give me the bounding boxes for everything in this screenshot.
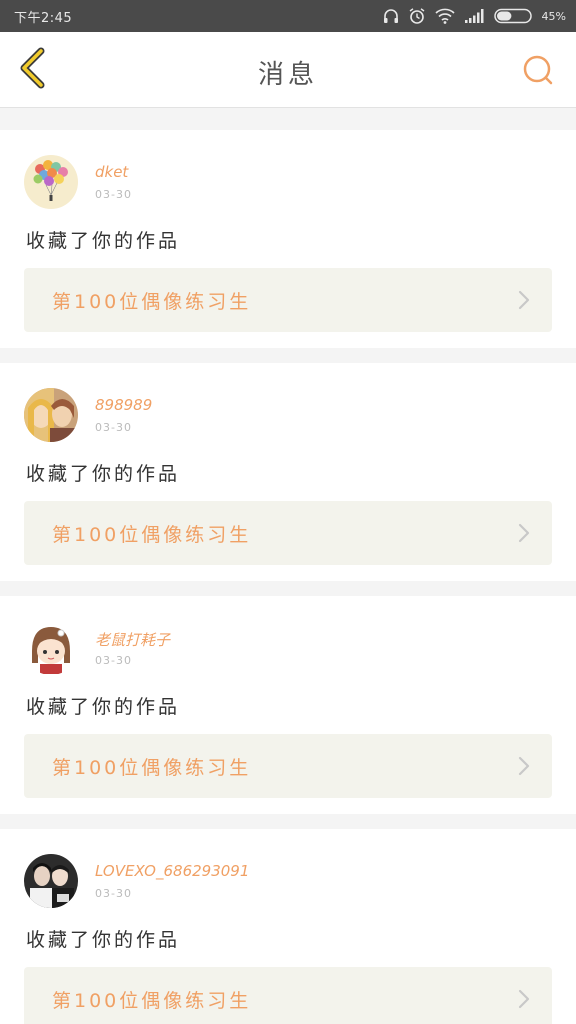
username[interactable]: 898989 [95,396,152,414]
status-icons: 45% [382,5,566,27]
username[interactable]: 老鼠打耗子 [95,629,170,650]
battery-percent: 45% [541,9,566,23]
work-title: 第100位偶像练习生 [52,757,252,779]
message-card[interactable]: 老鼠打耗子 03-30 收藏了你的作品 第100位偶像练习生 [0,596,576,814]
balloons-avatar[interactable] [24,155,78,209]
status-bar: 下午2:45 45% [0,0,576,32]
anime-couple-avatar[interactable] [24,388,78,442]
headphones-icon [382,7,400,25]
username[interactable]: LOVEXO_686293091 [95,862,249,880]
message-card[interactable]: 898989 03-30 收藏了你的作品 第100位偶像练习生 [0,363,576,581]
username[interactable]: dket [95,163,128,181]
message-card[interactable]: dket 03-30 收藏了你的作品 第100位偶像练习生 [0,130,576,348]
action-text: 收藏了你的作品 [26,230,181,252]
work-link[interactable]: 第100位偶像练习生 [24,734,552,798]
status-time: 下午2:45 [14,11,73,26]
work-link[interactable]: 第100位偶像练习生 [24,967,552,1024]
page-title: 消息 [257,60,318,90]
signal-icon [464,8,486,24]
alarm-icon [408,7,426,25]
photo-couple-avatar[interactable] [24,854,78,908]
chibi-girl-avatar[interactable] [24,621,78,675]
work-title: 第100位偶像练习生 [52,291,252,313]
message-time: 03-30 [95,188,132,201]
message-time: 03-30 [95,887,132,900]
wifi-icon [434,7,456,25]
chevron-right-icon [518,290,530,314]
chevron-right-icon [518,523,530,547]
work-link[interactable]: 第100位偶像练习生 [24,501,552,565]
message-card[interactable]: LOVEXO_686293091 03-30 收藏了你的作品 第100位偶像练习… [0,829,576,1024]
search-button[interactable] [518,52,558,92]
action-text: 收藏了你的作品 [26,929,181,951]
message-time: 03-30 [95,421,132,434]
search-icon [521,53,555,91]
header-bar: 消息 [0,32,576,108]
work-link[interactable]: 第100位偶像练习生 [24,268,552,332]
work-title: 第100位偶像练习生 [52,524,252,546]
battery-icon [493,8,534,24]
action-text: 收藏了你的作品 [26,696,181,718]
work-title: 第100位偶像练习生 [52,990,252,1012]
message-time: 03-30 [95,654,132,667]
message-list: dket 03-30 收藏了你的作品 第100位偶像练习生 898989 03-… [0,114,576,1024]
chevron-right-icon [518,756,530,780]
chevron-right-icon [518,989,530,1013]
action-text: 收藏了你的作品 [26,463,181,485]
